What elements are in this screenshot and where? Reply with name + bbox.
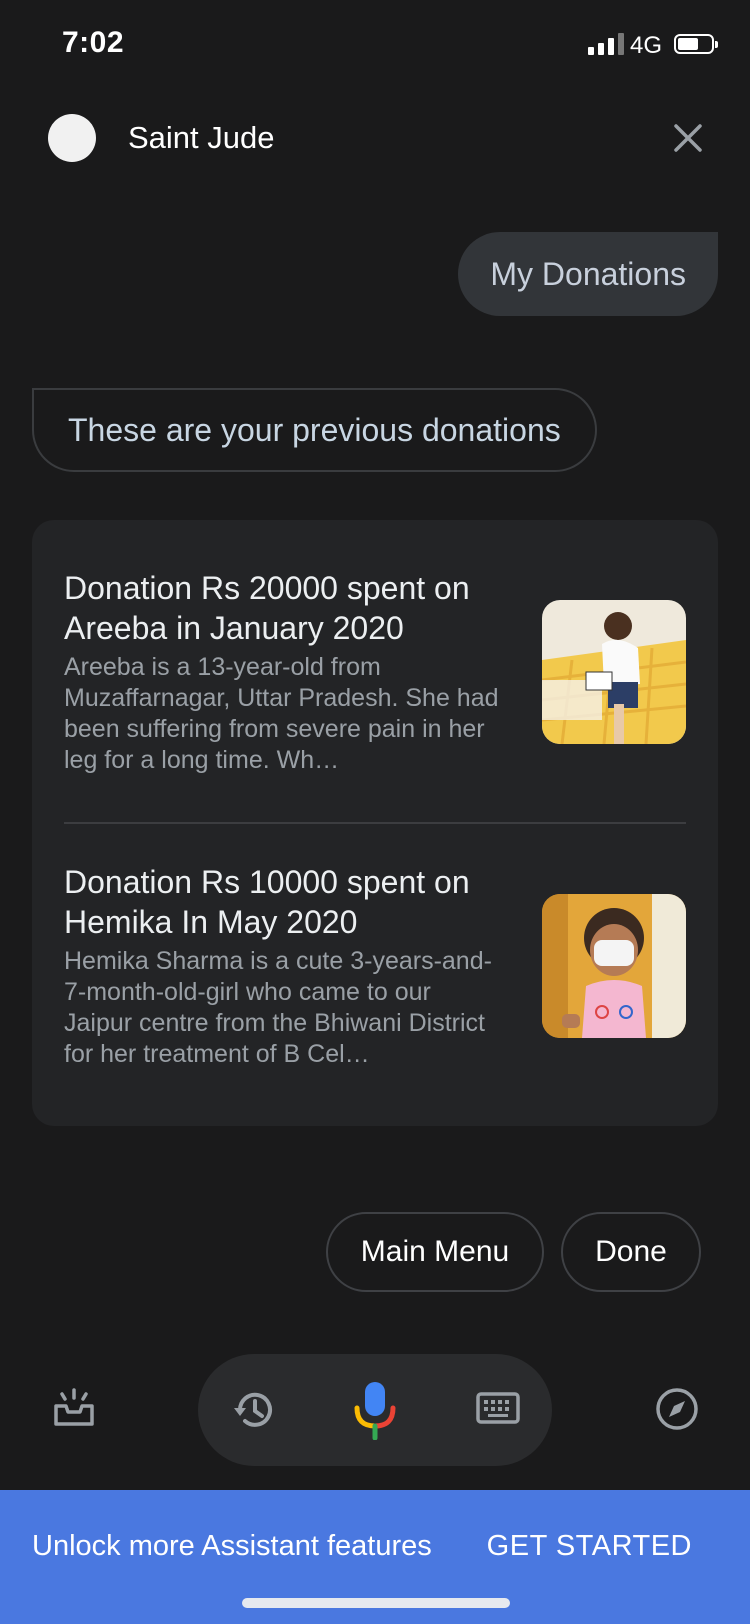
- status-bar: 7:02 4G: [0, 0, 750, 90]
- divider: [64, 822, 686, 824]
- donation-title: Donation Rs 20000 spent on Areeba in Jan…: [64, 570, 470, 646]
- microphone-icon: [354, 1382, 396, 1441]
- user-message-bubble: My Donations: [458, 232, 718, 316]
- battery-icon: [674, 34, 718, 54]
- donation-thumbnail: [542, 894, 686, 1038]
- avatar: [48, 114, 96, 162]
- explore-button[interactable]: [654, 1386, 700, 1437]
- signal-icon: [588, 33, 624, 55]
- microphone-button[interactable]: [352, 1380, 398, 1445]
- donation-thumbnail: [542, 600, 686, 744]
- keyboard-button[interactable]: [476, 1392, 520, 1429]
- inbox-tray-icon: [54, 1388, 94, 1426]
- donation-description: Hemika Sharma is a cute 3-years-and-7-mo…: [64, 947, 492, 1068]
- keyboard-icon: [476, 1392, 520, 1424]
- network-label: 4G: [630, 32, 663, 59]
- compass-icon: [656, 1388, 698, 1430]
- agent-name: Saint Jude: [128, 120, 275, 155]
- main-menu-chip[interactable]: Main Menu: [326, 1212, 544, 1292]
- close-button[interactable]: [666, 116, 710, 160]
- status-time: 7:02: [62, 26, 125, 59]
- home-indicator[interactable]: [242, 1598, 510, 1608]
- get-started-button[interactable]: GET STARTED: [487, 1530, 692, 1563]
- donation-item[interactable]: Donation Rs 10000 spent on Hemika In May…: [64, 862, 686, 1070]
- banner-text: Unlock more Assistant features: [32, 1530, 432, 1562]
- input-controls: [198, 1354, 552, 1466]
- donation-item[interactable]: Donation Rs 20000 spent on Areeba in Jan…: [64, 568, 686, 776]
- history-icon: [234, 1392, 272, 1427]
- updates-button[interactable]: [52, 1388, 96, 1433]
- donations-card: Donation Rs 20000 spent on Areeba in Jan…: [32, 520, 718, 1126]
- history-button[interactable]: [232, 1388, 276, 1437]
- close-icon: [674, 124, 702, 152]
- donation-description: Areeba is a 13-year-old from Muzaffarnag…: [64, 653, 499, 774]
- bot-message-bubble: These are your previous donations: [32, 388, 597, 472]
- done-chip[interactable]: Done: [561, 1212, 701, 1292]
- donation-title: Donation Rs 10000 spent on Hemika In May…: [64, 864, 470, 940]
